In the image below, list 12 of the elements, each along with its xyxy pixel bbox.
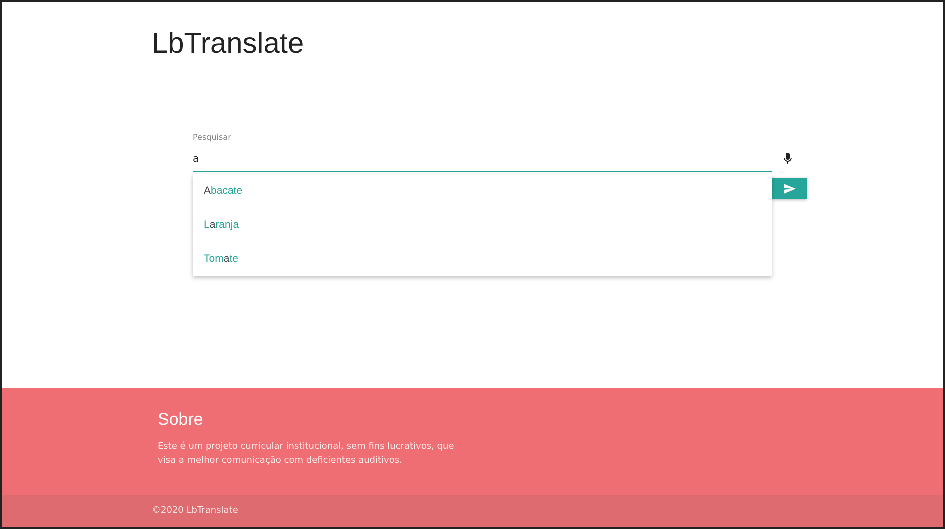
field-label: Pesquisar	[193, 133, 232, 142]
suggestion-item[interactable]: Laranja	[193, 208, 772, 242]
send-button[interactable]	[772, 178, 807, 199]
search-field[interactable]: a	[193, 142, 772, 172]
footer-heading: Sobre	[158, 410, 204, 430]
suggestion-item[interactable]: Abacate	[193, 174, 772, 208]
site-title: LbTranslate	[152, 28, 306, 61]
send-icon	[784, 184, 796, 194]
footer-text: Este é um projeto curricular institucional, sem fins lucrativos, que visa a melhor comunicação com deficientes auditivos.	[158, 440, 456, 468]
copyright-bar: ©2020 LbTranslate	[2, 495, 943, 527]
suggestion-item[interactable]: Tomate	[193, 242, 772, 276]
microphone-icon[interactable]	[783, 153, 793, 165]
